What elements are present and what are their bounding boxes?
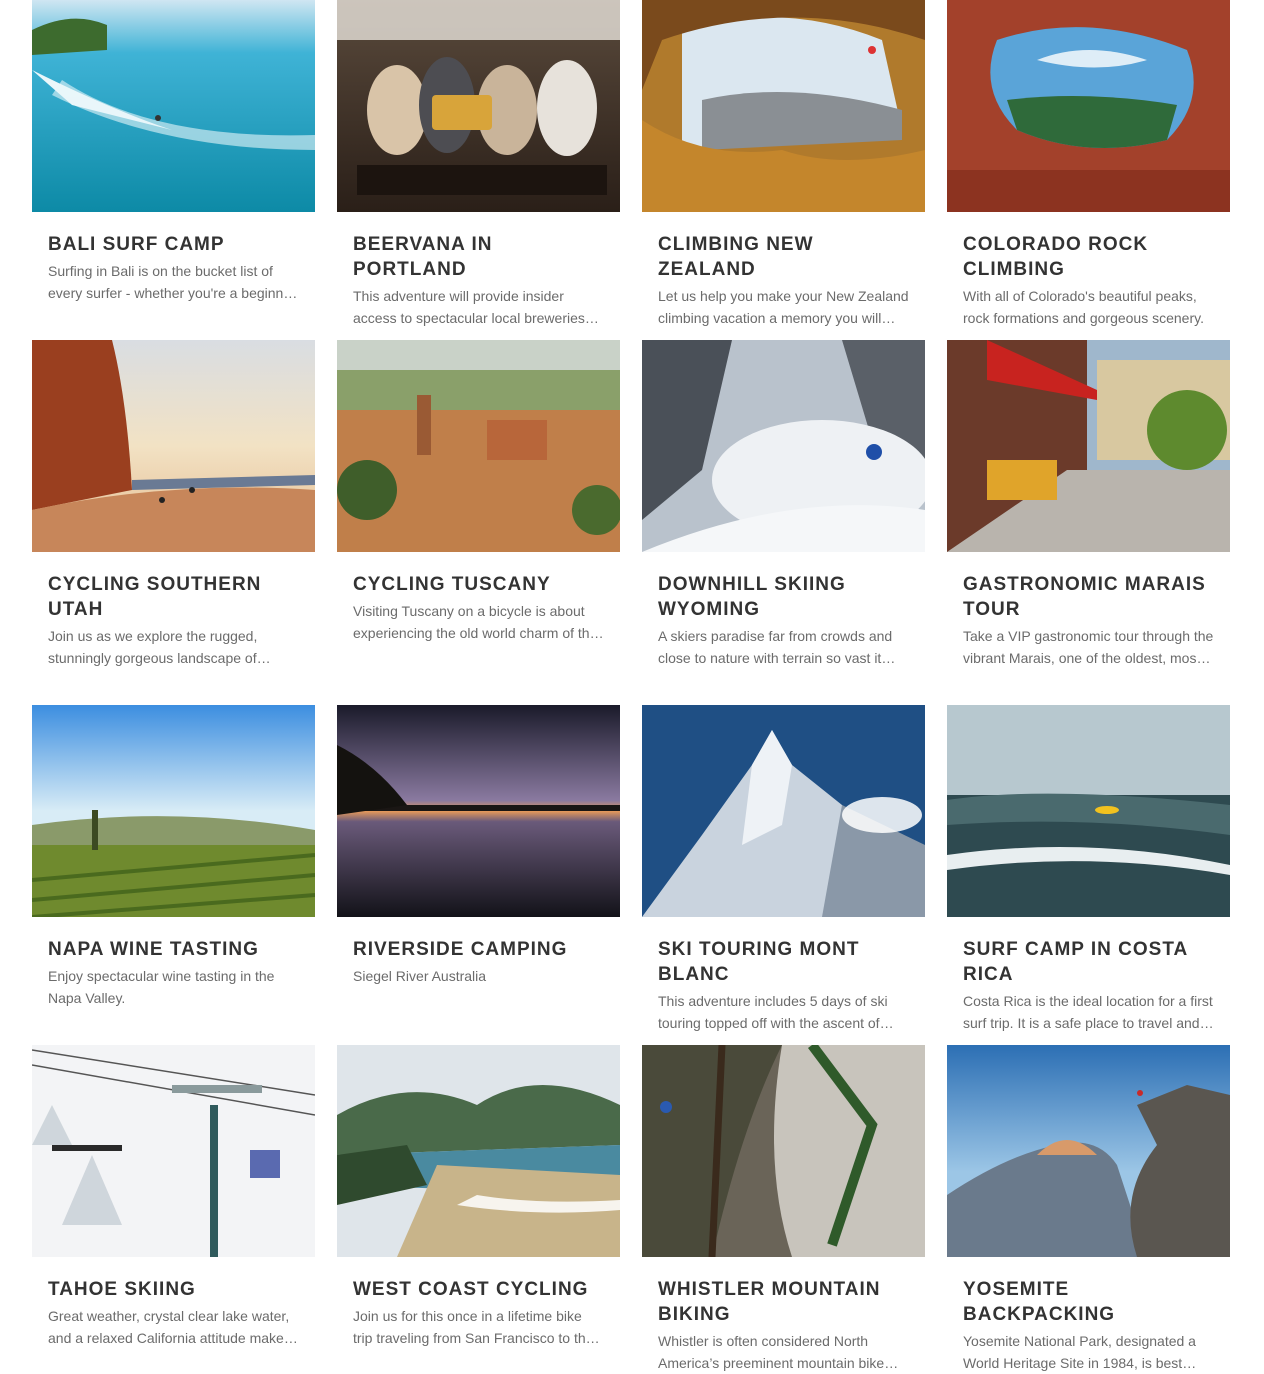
card-west-coast-cycling[interactable]: West Coast Cycling Join us for this once… [337, 1045, 620, 1349]
card-beervana-in-portland[interactable]: Beervana in Portland This adventure will… [337, 0, 620, 329]
card-description: Surfing in Bali is on the bucket list of… [48, 263, 296, 301]
card-title[interactable]: Gastronomic Marais Tour [963, 572, 1214, 622]
card-surf-camp-in-costa-rica[interactable]: Surf Camp in Costa Rica Costa Rica is th… [947, 705, 1230, 1034]
card-description: This adventure will provide insider acce… [353, 288, 585, 326]
card-description: Take a VIP gastronomic tour through the … [963, 628, 1214, 666]
ocean-surf-aerial-photo[interactable] [32, 0, 315, 212]
card-tahoe-skiing[interactable]: Tahoe Skiing Great weather, crystal clea… [32, 1045, 315, 1349]
card-description: A skiers paradise far from crowds and cl… [658, 628, 893, 666]
snowy-peak-photo[interactable] [642, 705, 925, 917]
card-description: Siegel River Australia [353, 968, 487, 984]
card-downhill-skiing-wyoming[interactable]: Downhill Skiing Wyoming A skiers paradis… [642, 340, 925, 669]
card-title[interactable]: Ski Touring Mont Blanc [658, 937, 909, 987]
card-ski-touring-mont-blanc[interactable]: Ski Touring Mont Blanc This adventure in… [642, 705, 925, 1034]
card-description: Costa Rica is the ideal location for a f… [963, 993, 1213, 1031]
half-dome-cliff-photo[interactable] [947, 1045, 1230, 1257]
card-description: Whistler is often considered North Ameri… [658, 1333, 885, 1371]
card-title[interactable]: West Coast Cycling [353, 1277, 604, 1302]
card-description: Let us help you make your New Zealand cl… [658, 288, 909, 326]
card-bali-surf-camp[interactable]: Bali Surf Camp Surfing in Bali is on the… [32, 0, 315, 304]
card-description: This adventure includes 5 days of ski to… [658, 993, 888, 1031]
card-colorado-rock-climbing[interactable]: Colorado Rock Climbing With all of Color… [947, 0, 1230, 329]
canyon-cyclists-photo[interactable] [32, 340, 315, 552]
card-title[interactable]: Yosemite Backpacking [963, 1277, 1214, 1327]
card-title[interactable]: Downhill Skiing Wyoming [658, 572, 909, 622]
ski-lift-snow-photo[interactable] [32, 1045, 315, 1257]
surfer-wave-photo[interactable] [947, 705, 1230, 917]
card-riverside-camping[interactable]: Riverside Camping Siegel River Australia [337, 705, 620, 987]
card-yosemite-backpacking[interactable]: Yosemite Backpacking Yosemite National P… [947, 1045, 1230, 1374]
card-title[interactable]: Cycling Tuscany [353, 572, 604, 597]
card-description: With all of Colorado's beautiful peaks, … [963, 288, 1204, 326]
card-title[interactable]: Climbing New Zealand [658, 232, 909, 282]
forest-biker-photo[interactable] [642, 1045, 925, 1257]
vineyard-valley-photo[interactable] [32, 705, 315, 917]
card-cycling-southern-utah[interactable]: Cycling Southern Utah Join us as we expl… [32, 340, 315, 669]
card-gastronomic-marais-tour[interactable]: Gastronomic Marais Tour Take a VIP gastr… [947, 340, 1230, 669]
red-rock-arch-photo[interactable] [947, 0, 1230, 212]
card-title[interactable]: Surf Camp in Costa Rica [963, 937, 1214, 987]
card-description: Enjoy spectacular wine tasting in the Na… [48, 968, 275, 1006]
card-title[interactable]: Tahoe Skiing [48, 1277, 299, 1302]
card-climbing-new-zealand[interactable]: Climbing New Zealand Let us help you mak… [642, 0, 925, 329]
friends-toasting-beer-photo[interactable] [337, 0, 620, 212]
card-title[interactable]: Napa Wine Tasting [48, 937, 299, 962]
card-description: Great weather, crystal clear lake water,… [48, 1308, 290, 1346]
card-title[interactable]: Whistler Mountain Biking [658, 1277, 909, 1327]
card-napa-wine-tasting[interactable]: Napa Wine Tasting Enjoy spectacular wine… [32, 705, 315, 1009]
river-dusk-photo[interactable] [337, 705, 620, 917]
card-description: Visiting Tuscany on a bicycle is about e… [353, 603, 598, 641]
tuscan-town-photo[interactable] [337, 340, 620, 552]
card-description: Yosemite National Park, designated a Wor… [963, 1333, 1196, 1371]
card-title[interactable]: Beervana in Portland [353, 232, 604, 282]
card-cycling-tuscany[interactable]: Cycling Tuscany Visiting Tuscany on a bi… [337, 340, 620, 644]
card-title[interactable]: Cycling Southern Utah [48, 572, 299, 622]
powder-skier-photo[interactable] [642, 340, 925, 552]
coastline-beach-photo[interactable] [337, 1045, 620, 1257]
card-whistler-mountain-biking[interactable]: Whistler Mountain Biking Whistler is oft… [642, 1045, 925, 1374]
paris-cafe-street-photo[interactable] [947, 340, 1230, 552]
card-description: Join us as we explore the rugged, stunni… [48, 628, 258, 666]
card-title[interactable]: Colorado Rock Climbing [963, 232, 1214, 282]
card-title[interactable]: Bali Surf Camp [48, 232, 299, 257]
card-title[interactable]: Riverside Camping [353, 937, 604, 962]
card-description: Join us for this once in a lifetime bike… [353, 1308, 594, 1346]
cave-climber-coast-photo[interactable] [642, 0, 925, 212]
